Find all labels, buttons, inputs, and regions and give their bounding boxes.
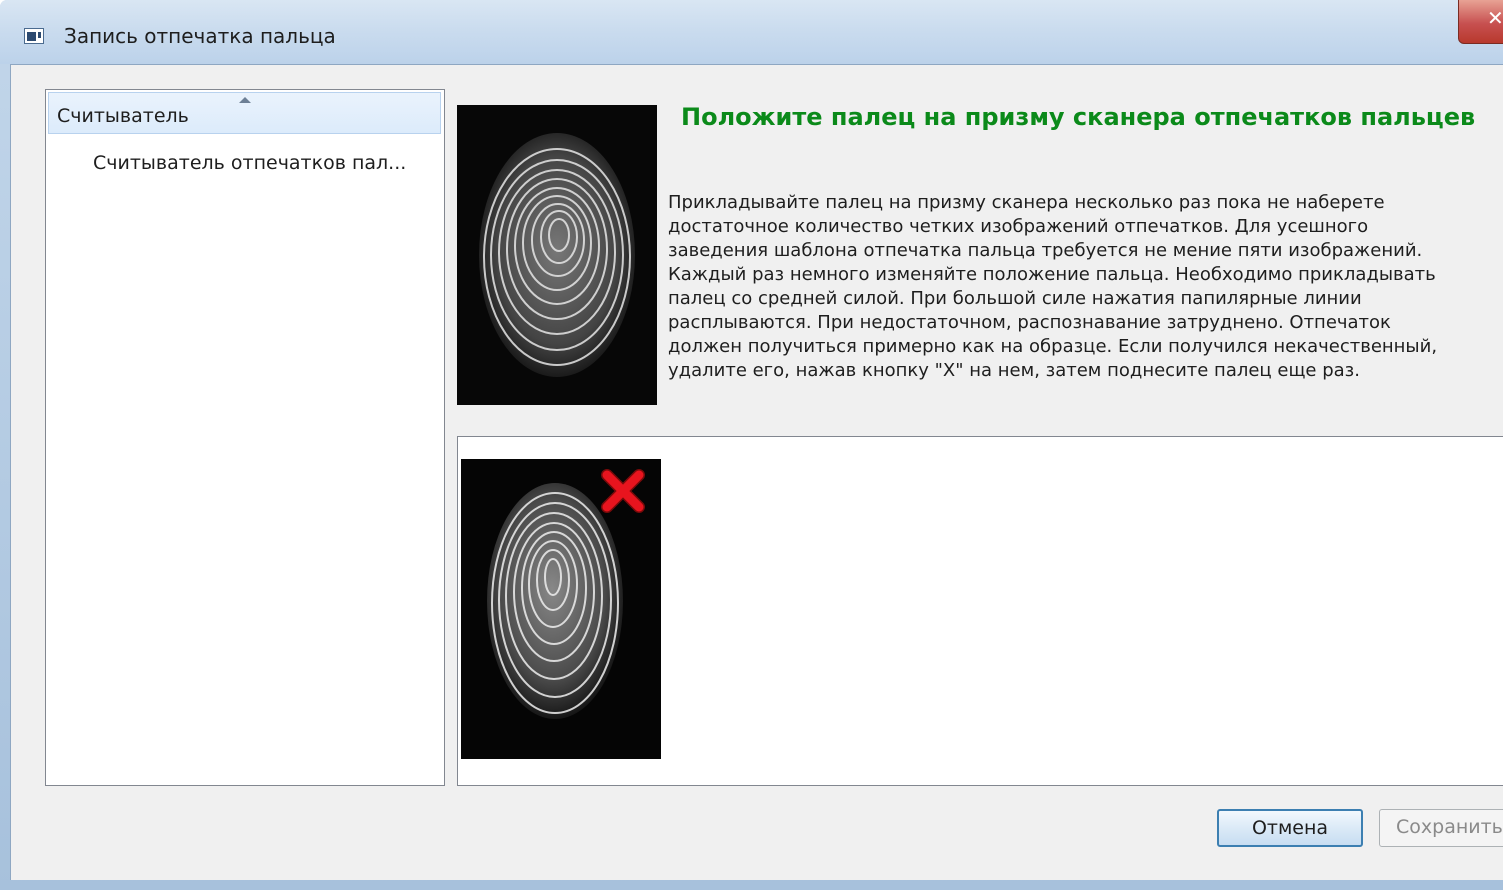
dialog-window: Запись отпечатка пальца ✕ Считыватель Сч… [0, 0, 1503, 890]
captured-fingerprint-image[interactable] [461, 459, 661, 759]
group-header-reader[interactable]: Считыватель [48, 92, 441, 134]
collapse-arrow-icon[interactable] [239, 97, 251, 103]
instruction-line: палец со средней силой. При большой силе… [668, 288, 1362, 309]
title-bar[interactable]: Запись отпечатка пальца ✕ [0, 0, 1503, 64]
captured-fingerprints-panel[interactable] [457, 436, 1503, 786]
save-button[interactable]: Сохранить [1379, 809, 1503, 847]
close-button[interactable]: ✕ [1458, 0, 1503, 44]
group-header-label: Считыватель [57, 105, 189, 127]
instruction-line: заведения шаблона отпечатка пальца требу… [668, 240, 1423, 261]
fingerprint-sample-image [457, 105, 657, 405]
instruction-text: Прикладывайте палец на призму сканера не… [668, 191, 1503, 383]
instruction-line: Каждый раз немного изменяйте положение п… [668, 264, 1436, 285]
instruction-line: расплываются. При недостаточном, распозн… [668, 312, 1391, 333]
list-item-reader[interactable]: Считыватель отпечатков пал... [93, 152, 406, 174]
reader-list[interactable]: Считыватель Считыватель отпечатков пал..… [45, 89, 445, 786]
delete-x-icon[interactable] [597, 465, 649, 517]
instruction-heading: Положите палец на призму сканера отпечат… [681, 103, 1476, 131]
app-icon [24, 28, 44, 44]
dialog-client-area: Считыватель Считыватель отпечатков пал..… [10, 64, 1503, 880]
instruction-line: должен получиться примерно как на образц… [668, 336, 1438, 357]
instruction-line: достаточное количество четких изображени… [668, 216, 1369, 237]
instruction-line: удалите его, нажав кнопку "X" на нем, за… [668, 360, 1360, 381]
cancel-button[interactable]: Отмена [1217, 809, 1363, 847]
instruction-line: Прикладывайте палец на призму сканера не… [668, 192, 1385, 213]
window-title: Запись отпечатка пальца [64, 24, 336, 48]
